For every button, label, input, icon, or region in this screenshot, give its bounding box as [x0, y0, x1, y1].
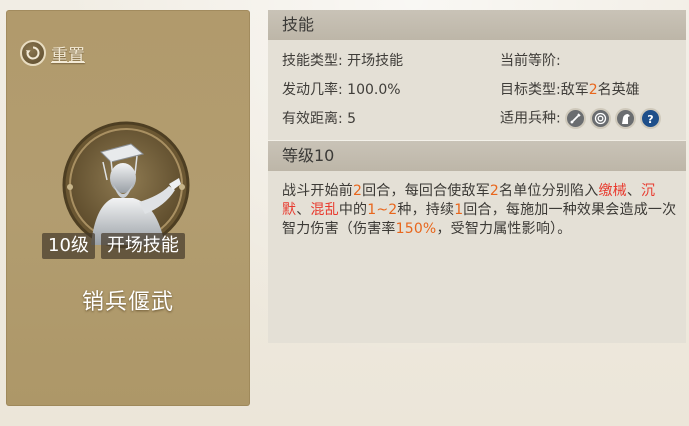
skill-name: 销兵偃武 — [81, 290, 174, 315]
archer-target-icon[interactable] — [590, 108, 612, 129]
target-type-count: 2 — [588, 82, 598, 98]
level-badge: 10级 — [42, 233, 95, 259]
range-value: 5 — [347, 111, 357, 127]
desc-segment: 、 — [296, 202, 311, 218]
reset-button[interactable]: 重置 — [20, 40, 85, 66]
siege-unknown-icon[interactable]: ? — [640, 108, 662, 129]
status-chaos: 混乱 — [310, 202, 339, 218]
trigger-rate-row: 发动几率: 100.0% — [282, 81, 401, 99]
target-type-row: 目标类型:敌军2名英雄 — [500, 81, 640, 99]
desc-segment: 种，持续 — [397, 202, 455, 218]
current-tier-row: 当前等阶: — [500, 52, 561, 70]
desc-segment: 名单位分别陷入 — [499, 183, 599, 199]
desc-segment: 战斗开始前 — [282, 183, 353, 199]
cavalry-horse-icon[interactable] — [615, 108, 637, 129]
desc-segment: 2 — [353, 183, 363, 199]
skill-type-row: 技能类型: 开场技能 — [282, 52, 403, 70]
badge-row: 10级 开场技能 — [42, 233, 185, 259]
desc-segment: 回合，每回合使敌军 — [362, 183, 490, 199]
skill-type-value: 开场技能 — [347, 53, 404, 69]
trigger-rate-label: 发动几率: — [282, 82, 343, 98]
reset-icon — [20, 40, 46, 66]
desc-segment: 1 — [454, 202, 464, 218]
target-type-suffix: 名英雄 — [597, 82, 640, 98]
skill-type-label: 技能类型: — [282, 53, 343, 69]
status-disarm: 缴械 — [598, 183, 627, 199]
level-panel-header: 等级10 — [268, 141, 686, 171]
desc-segment: 1~2 — [367, 202, 398, 218]
current-tier-label: 当前等阶: — [500, 53, 561, 69]
troop-types-row: 适用兵种: ? — [500, 108, 662, 129]
desc-segment: 150% — [395, 221, 437, 237]
skill-type-badge: 开场技能 — [100, 233, 185, 259]
range-label: 有效距离: — [282, 111, 343, 127]
reset-label: 重置 — [51, 45, 85, 66]
troop-types-label: 适用兵种: — [500, 110, 561, 127]
skill-card: 重置 10级 开场技能 销兵偃武 — [6, 10, 250, 406]
desc-segment: 中的 — [338, 202, 368, 218]
skill-panel-header: 技能 — [268, 10, 686, 40]
svg-text:?: ? — [647, 113, 653, 125]
desc-segment: ，受智力属性影响）。 — [436, 221, 572, 237]
trigger-rate-value: 100.0% — [347, 82, 401, 98]
infantry-sword-icon[interactable] — [565, 108, 587, 129]
desc-segment: 、 — [626, 183, 642, 199]
desc-segment: 2 — [489, 183, 500, 199]
hero-portrait — [61, 120, 191, 250]
range-row: 有效距离: 5 — [282, 110, 356, 128]
target-type-label: 目标类型: — [500, 82, 561, 98]
target-type-prefix: 敌军 — [560, 82, 589, 98]
skill-description: 战斗开始前2回合，每回合使敌军2名单位分别陷入缴械、沉默、混乱中的1~2种，持续… — [282, 182, 682, 239]
